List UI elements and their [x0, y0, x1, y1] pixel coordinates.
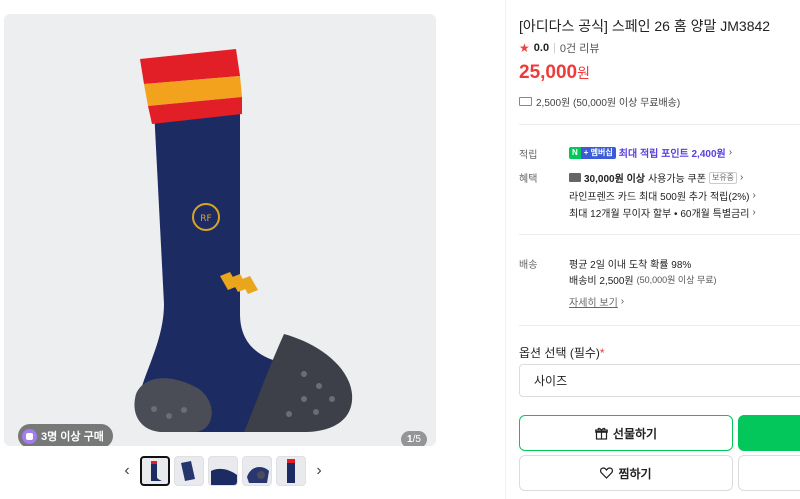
divider — [519, 325, 800, 326]
size-select[interactable]: 사이즈 — [519, 364, 800, 397]
divider — [519, 234, 800, 235]
coupon-text: 사용가능 쿠폰 — [647, 174, 706, 185]
gift-icon — [595, 427, 608, 440]
image-counter: 1 /5 — [401, 431, 427, 446]
thumb-prev-icon[interactable]: ‹ — [118, 456, 136, 486]
gift-button[interactable]: 선물하기 — [519, 415, 733, 451]
chevron-right-icon: › — [752, 190, 756, 201]
membership-tag: + 멤버십 — [580, 146, 616, 159]
coupon-condition: 30,000원 이상 — [584, 174, 645, 185]
installment-text: 최대 12개월 무이자 할부 • 60개월 특별금리 — [569, 209, 750, 220]
review-count-link[interactable]: 0건 리뷰 — [560, 40, 600, 56]
card-benefit-text: 라인프렌즈 카드 최대 500원 추가 적립(2%) — [569, 192, 750, 203]
thumbnail-3[interactable] — [208, 456, 238, 486]
naver-membership-icon: N + 멤버십 — [569, 146, 616, 159]
delivery-detail-link[interactable]: 자세히 보기 — [569, 294, 618, 309]
delivery-fee-sub: (50,000원 이상 무료) — [636, 275, 717, 285]
chevron-right-icon: › — [740, 172, 744, 183]
delivery-label: 배송 — [519, 260, 538, 271]
divider — [519, 124, 800, 125]
required-mark: * — [599, 346, 605, 360]
thumbnail-strip: ‹ › — [118, 456, 328, 486]
option-label-text: 옵션 선택 (필수) — [519, 346, 600, 360]
svg-text:RF: RF — [200, 214, 211, 224]
star-icon: ★ — [519, 41, 530, 55]
rating-row: ★ 0.0 | 0건 리뷰 — [519, 40, 599, 56]
max-points-link[interactable]: 최대 적립 포인트 2,400원 — [619, 145, 726, 160]
wish-button[interactable]: 찜하기 — [519, 455, 733, 491]
purchase-icon — [22, 428, 37, 444]
heart-icon — [600, 467, 614, 479]
naver-n-logo: N — [569, 146, 581, 159]
image-counter-total: /5 — [412, 434, 421, 445]
coupon-owned-tag: 보유중 — [708, 171, 738, 184]
delivery-fee-row: 배송비 2,500원 (50,000원 이상 무료) — [569, 272, 717, 287]
rating-separator: | — [553, 42, 556, 54]
product-title: [아디다스 공식] 스페인 26 홈 양말 JM3842 — [519, 18, 771, 34]
thumbnail-2[interactable] — [174, 456, 204, 486]
buy-button[interactable] — [738, 415, 800, 451]
chevron-right-icon: › — [752, 207, 756, 218]
delivery-arrival: 평균 2일 이내 도착 확률 98% — [569, 260, 692, 271]
truck-icon — [519, 97, 532, 106]
delivery-detail-row[interactable]: 자세히 보기 › — [569, 294, 624, 309]
gift-button-label: 선물하기 — [612, 426, 658, 441]
group-purchase-text: 3명 이상 구매 — [41, 431, 104, 443]
product-price: 25,000원 — [519, 62, 590, 84]
installment-row[interactable]: 최대 12개월 무이자 할부 • 60개월 특별금리 › — [569, 205, 756, 220]
product-main-image[interactable]: RF 3명 이상 구매 1 /5 — [4, 14, 436, 446]
benefits-label: 혜택 — [519, 174, 538, 185]
thumbnail-1[interactable] — [140, 456, 170, 486]
delivery-fee-main: 배송비 2,500원 — [569, 276, 634, 287]
chevron-right-icon: › — [728, 147, 733, 158]
product-info-panel: [아디다스 공식] 스페인 26 홈 양말 JM3842 ★ 0.0 | 0건 … — [505, 0, 800, 499]
sock-image: RF — [134, 49, 353, 432]
shipping-summary: 2,500원 (50,000원 이상 무료배송) — [519, 94, 680, 109]
card-benefit-row[interactable]: 라인프렌즈 카드 최대 500원 추가 적립(2%) › — [569, 188, 756, 203]
thumb-next-icon[interactable]: › — [310, 456, 328, 486]
wish-button-label: 찜하기 — [618, 466, 652, 481]
rating-score: 0.0 — [533, 42, 550, 54]
coupon-icon — [569, 173, 581, 182]
points-label: 적립 — [519, 150, 538, 161]
price-unit: 원 — [577, 65, 591, 81]
chevron-right-icon: › — [620, 296, 625, 307]
cart-button[interactable] — [738, 455, 800, 491]
points-row[interactable]: N + 멤버십 최대 적립 포인트 2,400원 › — [569, 145, 732, 160]
thumbnail-5[interactable] — [276, 456, 306, 486]
price-value: 25,000 — [519, 62, 578, 83]
size-select-placeholder: 사이즈 — [534, 374, 568, 388]
thumbnail-4[interactable] — [242, 456, 272, 486]
option-label: 옵션 선택 (필수)* — [519, 344, 605, 361]
group-purchase-badge: 3명 이상 구매 — [18, 424, 113, 446]
shipping-summary-text: 2,500원 (50,000원 이상 무료배송) — [536, 98, 681, 109]
product-gallery: RF 3명 이상 구매 1 /5 ‹ › — [0, 0, 436, 499]
coupon-row[interactable]: 30,000원 이상 사용가능 쿠폰 보유중 › — [569, 170, 743, 185]
